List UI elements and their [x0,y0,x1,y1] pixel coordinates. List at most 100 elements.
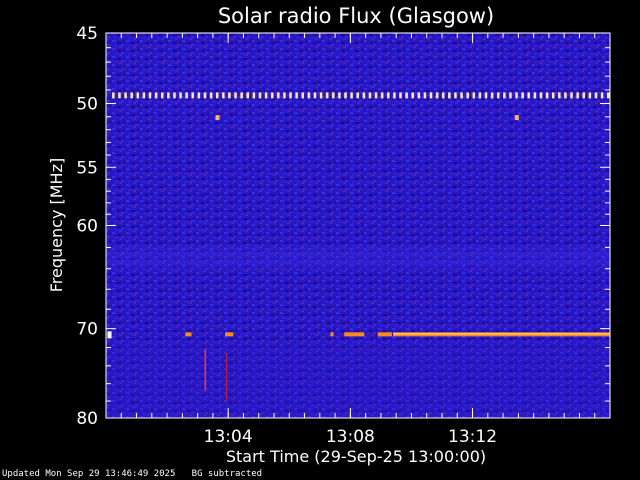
rfi-burst [107,331,112,339]
rfi-dash [466,92,469,99]
rfi-dash [356,92,359,99]
rfi-dash [313,92,317,99]
y-tick-label: 80 [76,409,98,429]
rfi-dash [319,92,323,99]
rfi-dash [167,92,170,99]
rfi-spike [514,115,519,121]
y-tick-label: 60 [76,217,98,237]
rfi-dash [448,92,451,99]
rfi-dash [539,92,543,99]
rfi-dash [380,92,384,99]
rfi-dash [496,92,500,99]
rfi-dash [191,92,195,99]
rfi-dash [240,92,243,99]
rfi-dash [350,92,353,99]
rfi-dash [338,92,341,99]
rfi-dash [289,92,292,99]
rfi-dash [387,92,390,99]
rfi-dash [454,92,457,99]
rfi-burst [377,332,392,337]
rfi-dash [515,92,518,99]
rfi-dash [264,92,268,99]
y-tick-label: 70 [76,320,98,340]
rfi-dash [283,92,286,99]
rfi-dash [503,92,506,99]
rfi-dash [222,92,225,99]
rfi-dash [295,92,298,99]
rfi-dash [411,92,414,99]
rfi-dash [521,92,524,99]
noise-band [106,247,610,269]
rfi-dash [594,92,598,99]
plot-area [105,32,611,419]
spectrogram-chart: Solar radio Flux (Glasgow) 455055607080 … [47,4,611,466]
rfi-dash [124,92,127,99]
y-tick-label: 45 [76,24,98,44]
rfi-dash [270,92,274,99]
rfi-dash [252,92,256,99]
rfi-dash [460,92,463,99]
rfi-dash [368,92,372,99]
rfi-spike [215,115,220,121]
rfi-dash [277,92,280,99]
rfi-dash [307,92,311,99]
rfi-dash [490,92,494,99]
rfi-dash [570,92,573,99]
rfi-dash [417,92,421,99]
rfi-dash [558,92,561,99]
rfi-dash [374,92,378,99]
rfi-dash [435,92,439,99]
rfi-dash [118,92,121,99]
rfi-dash [606,92,610,99]
rfi-band-core [393,333,610,335]
rfi-dash [215,92,219,99]
x-tick-label: 13:08 [326,427,375,447]
rfi-dash [472,92,476,99]
rfi-dash [246,92,250,99]
rfi-dash [332,92,335,99]
rfi-dash [564,92,567,99]
rfi-dash [130,92,133,99]
rfi-dash [527,92,531,99]
rfi-dash [393,92,396,99]
rfi-dash [185,92,188,99]
rfi-dash [423,92,427,99]
rfi-dash [442,92,445,99]
chart-title: Solar radio Flux (Glasgow) [218,4,494,28]
rfi-dash [362,92,366,99]
rfi-dash [576,92,579,99]
rfi-dash [112,92,115,99]
rfi-dash [179,92,182,99]
rfi-dash [258,92,262,99]
rfi-dash [533,92,537,99]
rfi-dash [600,92,604,99]
rfi-dash [142,92,146,99]
rfi-dash [209,92,213,99]
rfi-burst [330,332,334,337]
x-tick-label: 13:12 [448,427,497,447]
rfi-dash [545,92,549,99]
rfi-dash [509,92,512,99]
rfi-dash [405,92,408,99]
y-axis-label: Frequency [MHz] [47,158,66,292]
x-axis-label: Start Time (29-Sep-25 13:00:00) [226,447,486,466]
rfi-dash [301,92,304,99]
noise-band [106,342,610,418]
rfi-burst [344,332,365,337]
y-tick-label: 50 [76,95,98,115]
rfi-burst [225,332,234,337]
rfi-dash [203,92,207,99]
rfi-dash [228,92,231,99]
rfi-dash [484,92,488,99]
rfi-dash [148,92,152,99]
rfi-burst [185,332,192,337]
rfi-dash [136,92,140,99]
rfi-dash [588,92,592,99]
rfi-dash [429,92,433,99]
rfi-dash [478,92,482,99]
footer-status: Updated Mon Sep 29 13:46:49 2025 BG subt… [2,469,263,479]
rfi-dash [234,92,237,99]
rfi-dash [325,92,329,99]
x-tick-label: 13:04 [204,427,253,447]
rfi-dash [173,92,176,99]
